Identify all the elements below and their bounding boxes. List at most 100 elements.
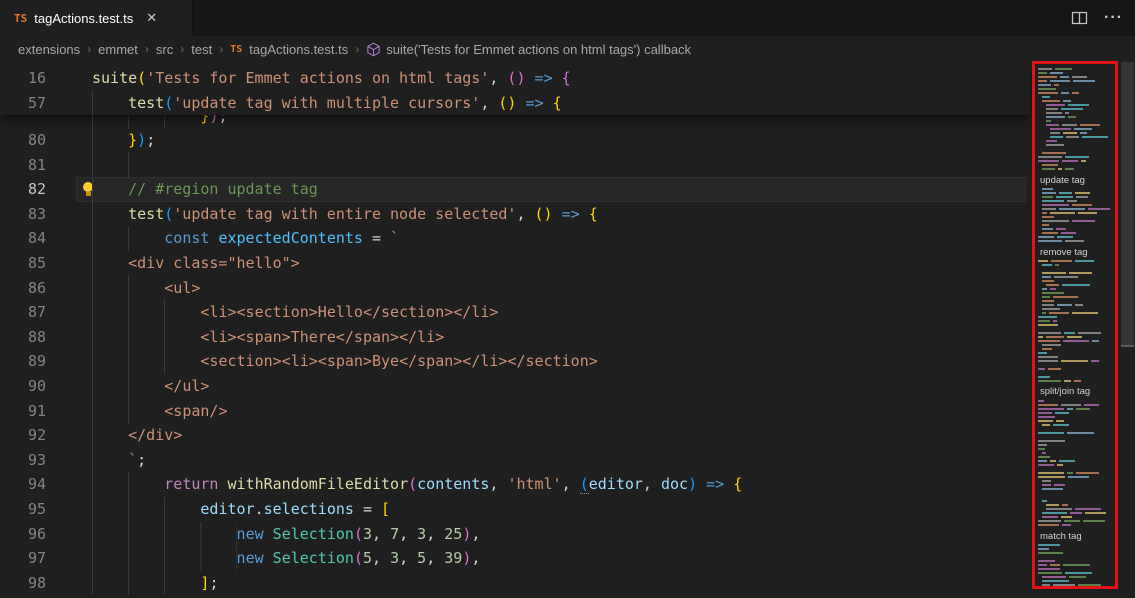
minimap-code-line [1067, 200, 1077, 202]
minimap-code-line [1057, 464, 1063, 466]
code-token: ) [137, 131, 146, 149]
breadcrumb-item-file[interactable]: tagActions.test.ts [249, 42, 348, 57]
minimap-code-line [1038, 564, 1047, 566]
scrollbar-thumb[interactable] [1121, 62, 1134, 347]
code-token: ( [164, 94, 173, 112]
code-token: // #region update tag [128, 180, 318, 198]
minimap-code-line [1065, 572, 1093, 574]
code-text: // #region update tag [92, 177, 318, 202]
code-token: </ul> [164, 377, 209, 395]
code-line-80[interactable]: 80}); [0, 128, 1030, 153]
line-number[interactable]: 16 [0, 66, 46, 91]
minimap-code-line [1038, 72, 1047, 74]
code-token: ; [137, 451, 146, 469]
code-line-88[interactable]: 88<li><span>There</span></li> [0, 325, 1030, 350]
breadcrumb-item-src[interactable]: src [156, 42, 173, 57]
line-number[interactable]: 95 [0, 497, 46, 522]
code-text: ]; [92, 571, 218, 596]
minimap-code-line [1038, 156, 1062, 158]
more-actions-icon[interactable]: ··· [1104, 13, 1123, 23]
minimap-code-line [1053, 584, 1075, 586]
minimap-code-line [1042, 296, 1050, 298]
code-line-97[interactable]: 97new Selection(5, 3, 5, 39), [0, 546, 1030, 571]
code-line-87[interactable]: 87<li><section>Hello</section></li> [0, 300, 1030, 325]
code-token: , [372, 549, 390, 567]
minimap-code-line [1038, 380, 1061, 382]
minimap-code-line [1038, 68, 1052, 70]
line-number[interactable]: 82 [0, 177, 46, 202]
breadcrumb-item-symbol[interactable]: suite('Tests for Emmet actions on html t… [366, 42, 691, 57]
minimap-code-line [1055, 264, 1060, 266]
minimap-code-line [1038, 548, 1049, 550]
line-number[interactable]: 86 [0, 276, 46, 301]
code-line-91[interactable]: 91<span/> [0, 399, 1030, 424]
code-line-93[interactable]: 93`; [0, 448, 1030, 473]
code-line-81[interactable]: 81 [0, 153, 1030, 178]
line-number[interactable]: 91 [0, 399, 46, 424]
minimap-code-line [1065, 156, 1089, 158]
line-number[interactable]: 98 [0, 571, 46, 596]
minimap-code-line [1042, 348, 1052, 350]
minimap[interactable]: update tagremove tagsplit/join tagmatch … [1036, 64, 1116, 588]
code-line-90[interactable]: 90 </ul> [0, 374, 1030, 399]
minimap-code-line [1069, 272, 1091, 274]
breadcrumb-item-extensions[interactable]: extensions [18, 42, 80, 57]
line-number[interactable]: 90 [0, 374, 46, 399]
minimap-code-line [1042, 276, 1051, 278]
code-line-95[interactable]: 95editor.selections = [ [0, 497, 1030, 522]
code-token: ; [209, 574, 218, 592]
code-line-92[interactable]: 92</div> [0, 423, 1030, 448]
minimap-code-line [1042, 288, 1047, 290]
minimap-code-line [1060, 76, 1069, 78]
close-icon[interactable]: ✕ [146, 10, 157, 26]
code-line-98[interactable]: 98]; [0, 571, 1030, 596]
minimap-code-line [1062, 160, 1078, 162]
breadcrumb-item-test[interactable]: test [191, 42, 212, 57]
minimap-code-line [1038, 572, 1062, 574]
code-line-86[interactable]: 86<ul> [0, 276, 1030, 301]
line-number[interactable]: 89 [0, 349, 46, 374]
minimap-code-line [1076, 408, 1090, 410]
line-number[interactable]: 81 [0, 153, 46, 178]
sticky-scroll[interactable]: 16suite('Tests for Emmet actions on html… [0, 62, 1030, 115]
code-line-16[interactable]: 16suite('Tests for Emmet actions on html… [0, 66, 1030, 91]
line-number[interactable]: 80 [0, 128, 46, 153]
minimap-code-line [1042, 516, 1058, 518]
code-line-82[interactable]: 82 // #region update tag [0, 177, 1030, 202]
code-token: , [516, 205, 534, 223]
breadcrumb: extensions›emmet›src›test›TStagActions.t… [0, 36, 1135, 62]
minimap-code-line [1046, 336, 1064, 338]
line-number[interactable]: 97 [0, 546, 46, 571]
line-number[interactable]: 96 [0, 522, 46, 547]
breadcrumb-separator: › [355, 42, 359, 56]
line-number[interactable]: 83 [0, 202, 46, 227]
minimap-code-line [1038, 84, 1051, 86]
minimap-code-line [1046, 144, 1064, 146]
tab-tagactions-test-ts[interactable]: TS tagActions.test.ts ✕ [0, 0, 193, 36]
line-number[interactable]: 87 [0, 300, 46, 325]
code-line-57[interactable]: 57test('update tag with multiple cursors… [0, 91, 1030, 116]
line-number[interactable]: 57 [0, 91, 46, 116]
minimap-region-label: remove tag [1040, 247, 1088, 258]
code-line-96[interactable]: 96new Selection(3, 7, 3, 25), [0, 522, 1030, 547]
code-line-89[interactable]: 89<section><li><span>Bye</span></li></se… [0, 349, 1030, 374]
minimap-code-line [1070, 512, 1082, 514]
line-number[interactable]: 92 [0, 423, 46, 448]
minimap-code-line [1042, 228, 1053, 230]
code-line-94[interactable]: 94return withRandomFileEditor(contents, … [0, 472, 1030, 497]
line-number[interactable]: 93 [0, 448, 46, 473]
line-number[interactable]: 85 [0, 251, 46, 276]
split-editor-icon[interactable] [1071, 10, 1088, 26]
code-editor[interactable]: });80});8182// #region update tag83test(… [0, 62, 1135, 598]
minimap-code-line [1038, 320, 1050, 322]
code-text: <div class="hello"> [92, 251, 300, 276]
minimap-code-line [1038, 76, 1057, 78]
line-number[interactable]: 88 [0, 325, 46, 350]
code-line-85[interactable]: 85 <div class="hello"> [0, 251, 1030, 276]
minimap-code-line [1064, 332, 1074, 334]
code-line-83[interactable]: 83test('update tag with entire node sele… [0, 202, 1030, 227]
line-number[interactable]: 94 [0, 472, 46, 497]
line-number[interactable]: 84 [0, 226, 46, 251]
code-line-84[interactable]: 84const expectedContents = ` [0, 226, 1030, 251]
breadcrumb-item-emmet[interactable]: emmet [98, 42, 138, 57]
